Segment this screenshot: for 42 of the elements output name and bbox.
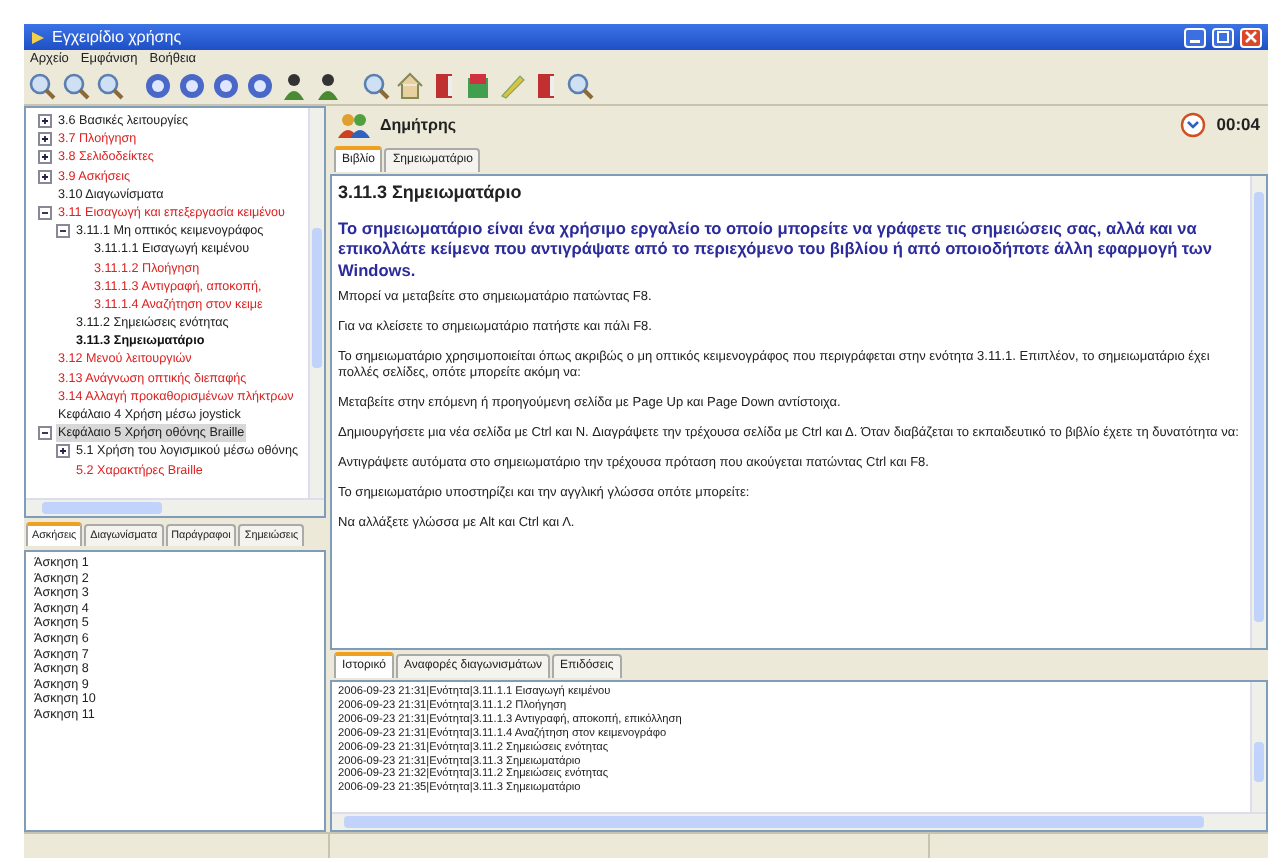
user-button[interactable]	[280, 72, 308, 100]
book-icon	[464, 72, 492, 100]
scrollbar[interactable]	[1250, 176, 1266, 648]
user-name: Δημήτρης	[380, 113, 456, 137]
maximize-button[interactable]	[1212, 27, 1234, 47]
scrollbar[interactable]	[26, 498, 324, 516]
close-button[interactable]	[1240, 27, 1262, 47]
search-button[interactable]	[566, 72, 594, 100]
section-heading: 3.11.3 Σημειωματάριο	[338, 180, 524, 206]
scrollbar[interactable]	[308, 108, 324, 498]
expand-icon[interactable]	[38, 150, 52, 165]
expand-icon[interactable]	[38, 169, 52, 184]
window-title: Εγχειρίδιο χρήσης	[52, 25, 182, 49]
expand-icon[interactable]	[38, 132, 52, 147]
clock-icon	[1180, 112, 1207, 138]
intro-paragraph: Το σημειωματάριο είναι ένα χρήσιμο εργαλείο το οποίο μπορείτε να γράφετε τις σημειώσεις σας, αλλά και να επικολλάτε κείμενα που αντιγράψατε από το περιεχόμενο του βιβλίου ή από οποιοδήποτε άλλη εφαρμογή των Windows.	[338, 217, 1215, 281]
book-button[interactable]	[532, 72, 560, 100]
collapse-icon[interactable]	[38, 426, 52, 441]
collapse-icon[interactable]	[38, 206, 52, 221]
user-icon	[314, 72, 342, 100]
pencil-button[interactable]	[498, 72, 526, 100]
maximize-icon	[1216, 30, 1230, 44]
book-button[interactable]	[430, 72, 458, 100]
close-icon	[1244, 30, 1258, 44]
collapse-icon[interactable]	[56, 224, 70, 239]
book-icon	[532, 72, 560, 100]
scrollbar[interactable]	[332, 812, 1266, 830]
elapsed-time: 00:04	[1216, 112, 1260, 138]
app-icon	[30, 29, 46, 45]
pencil-icon	[498, 72, 526, 100]
home-icon	[396, 72, 424, 100]
expand-icon[interactable]	[38, 114, 52, 129]
book-icon	[430, 72, 458, 100]
users-icon	[338, 111, 370, 139]
home-button[interactable]	[396, 72, 424, 100]
search-icon	[566, 72, 594, 100]
user-icon	[280, 72, 308, 100]
book-button[interactable]	[464, 72, 492, 100]
scrollbar[interactable]	[1250, 682, 1266, 812]
user-button[interactable]	[314, 72, 342, 100]
expand-icon[interactable]	[56, 444, 70, 459]
minimize-button[interactable]	[1184, 27, 1206, 47]
